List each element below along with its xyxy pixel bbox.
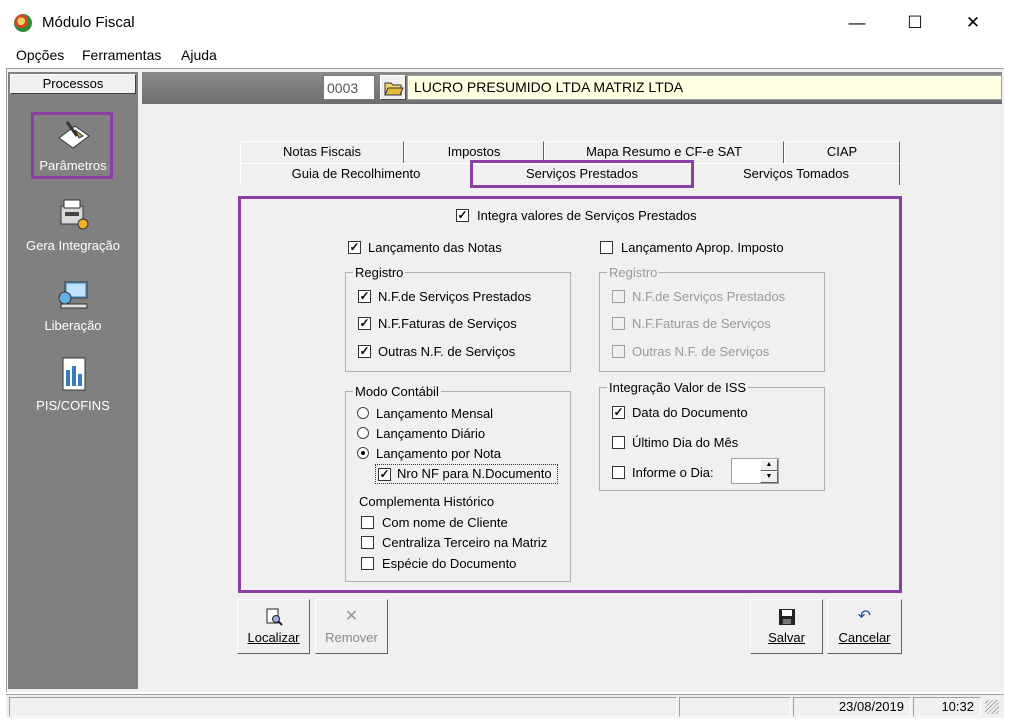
centraliza-terceiro-label: Centraliza Terceiro na Matriz [382, 535, 548, 550]
localizar-button[interactable]: Localizar [237, 599, 310, 654]
integration-icon [60, 199, 89, 230]
localizar-label: Localizar [247, 630, 300, 645]
ultimo-dia-checkbox[interactable] [612, 436, 625, 449]
lancamento-mensal-radio[interactable] [357, 407, 369, 419]
data-documento-checkbox[interactable]: ✓ [612, 406, 625, 419]
outras-nf-right-label: Outras N.F. de Serviços [632, 344, 770, 359]
com-nome-cliente-checkbox[interactable] [361, 516, 374, 529]
cancelar-button[interactable]: ↶ Cancelar [827, 599, 902, 654]
iss-title: Integração Valor de ISS [607, 380, 749, 395]
especie-documento-label: Espécie do Documento [382, 556, 517, 571]
sidebar-item-parametros[interactable]: Parâmetros [8, 116, 138, 176]
modo-contabil-title: Modo Contábil [353, 384, 441, 399]
sidebar-item-label: PIS/COFINS [36, 398, 110, 413]
company-name-field: LUCRO PRESUMIDO LTDA MATRIZ LTDA [407, 75, 1002, 100]
nf-faturas-right-checkbox [612, 317, 625, 330]
status-cell-empty [679, 697, 791, 717]
folder-open-icon [384, 82, 404, 96]
menu-opcoes[interactable]: Opções [16, 47, 64, 63]
pis-cofins-icon [62, 357, 86, 391]
sidebar-item-label: Parâmetros [39, 158, 107, 173]
spin-up-button[interactable]: ▲ [760, 459, 778, 471]
lancamento-mensal-label: Lançamento Mensal [376, 406, 494, 421]
sidebar-item-label: Liberação [44, 318, 102, 333]
lancamento-diario-radio[interactable] [357, 427, 369, 439]
tab-ciap[interactable]: CIAP [784, 141, 900, 163]
app-icon [14, 14, 32, 32]
status-date: 23/08/2019 [793, 697, 911, 717]
company-code-field[interactable]: 0003 [323, 75, 375, 100]
lancamento-por-nota-radio[interactable] [357, 447, 369, 459]
salvar-label: Salvar [768, 630, 805, 645]
sidebar-item-liberacao[interactable]: Liberação [8, 276, 138, 336]
nf-servicos-prestados-label: N.F.de Serviços Prestados [378, 289, 532, 304]
remove-icon: ✕ [344, 608, 359, 625]
tab-highlight [470, 160, 694, 188]
lancamento-aprop-checkbox[interactable] [600, 241, 613, 254]
nf-servicos-prestados-right-label: N.F.de Serviços Prestados [632, 289, 786, 304]
tab-notas-fiscais[interactable]: Notas Fiscais [240, 141, 404, 163]
informe-dia-label: Informe o Dia: [632, 465, 714, 480]
minimize-button[interactable]: — [834, 8, 880, 38]
outras-nf-checkbox[interactable]: ✓ [358, 345, 371, 358]
menu-ajuda[interactable]: Ajuda [181, 47, 217, 63]
nf-faturas-checkbox[interactable]: ✓ [358, 317, 371, 330]
complementa-title: Complementa Histórico [359, 494, 495, 509]
maximize-button[interactable]: ☐ [892, 8, 938, 38]
sidebar-item-pis-cofins[interactable]: PIS/COFINS [8, 356, 138, 416]
find-document-icon [265, 608, 283, 626]
lancamento-notas-label: Lançamento das Notas [368, 240, 502, 255]
data-documento-label: Data do Documento [632, 405, 748, 420]
spin-down-button[interactable]: ▼ [760, 471, 778, 483]
especie-documento-checkbox[interactable] [361, 557, 374, 570]
lancamento-notas-checkbox[interactable]: ✓ [348, 241, 361, 254]
menu-ferramentas[interactable]: Ferramentas [82, 47, 161, 63]
close-button[interactable]: ✕ [950, 8, 996, 38]
lancamento-aprop-label: Lançamento Aprop. Imposto [621, 240, 784, 255]
nf-faturas-right-label: N.F.Faturas de Serviços [632, 316, 771, 331]
remover-label: Remover [325, 630, 378, 645]
centraliza-terceiro-checkbox[interactable] [361, 536, 374, 549]
nf-servicos-prestados-checkbox[interactable]: ✓ [358, 290, 371, 303]
resize-grip[interactable] [985, 700, 999, 714]
lancamento-por-nota-label: Lançamento por Nota [376, 446, 502, 461]
integra-checkbox[interactable]: ✓ [456, 209, 469, 222]
com-nome-cliente-label: Com nome de Cliente [382, 515, 508, 530]
salvar-button[interactable]: Salvar [750, 599, 823, 654]
lancamento-diario-label: Lançamento Diário [376, 426, 486, 441]
nro-nf-label: Nro NF para N.Documento [397, 466, 552, 481]
open-company-button[interactable] [380, 75, 406, 100]
cancelar-label: Cancelar [838, 630, 891, 645]
save-icon [778, 608, 796, 626]
nro-nf-checkbox[interactable]: ✓ [378, 468, 391, 481]
day-spinner[interactable]: ▲ ▼ [731, 458, 779, 484]
integra-label: Integra valores de Serviços Prestados [477, 208, 697, 223]
release-icon [58, 281, 88, 309]
registro-right-title: Registro [607, 265, 660, 280]
window-title: Módulo Fiscal [42, 14, 135, 31]
undo-icon: ↶ [857, 608, 872, 625]
outras-nf-label: Outras N.F. de Serviços [378, 344, 516, 359]
registro-title: Registro [353, 265, 406, 280]
parameters-icon [58, 121, 90, 149]
status-time: 10:32 [913, 697, 981, 717]
remover-button[interactable]: ✕ Remover [315, 599, 388, 654]
ultimo-dia-label: Último Dia do Mês [632, 435, 739, 450]
nf-servicos-prestados-right-checkbox [612, 290, 625, 303]
tab-servicos-tomados[interactable]: Serviços Tomados [692, 163, 900, 185]
status-cell-main [9, 697, 677, 717]
sidebar-item-label: Gera Integração [26, 238, 120, 253]
sidebar-item-gera-integracao[interactable]: Gera Integração [8, 196, 138, 256]
informe-dia-checkbox[interactable] [612, 466, 625, 479]
tab-guia-recolhimento[interactable]: Guia de Recolhimento [240, 163, 472, 185]
nf-faturas-label: N.F.Faturas de Serviços [378, 316, 517, 331]
processos-header[interactable]: Processos [10, 74, 136, 94]
outras-nf-right-checkbox [612, 345, 625, 358]
